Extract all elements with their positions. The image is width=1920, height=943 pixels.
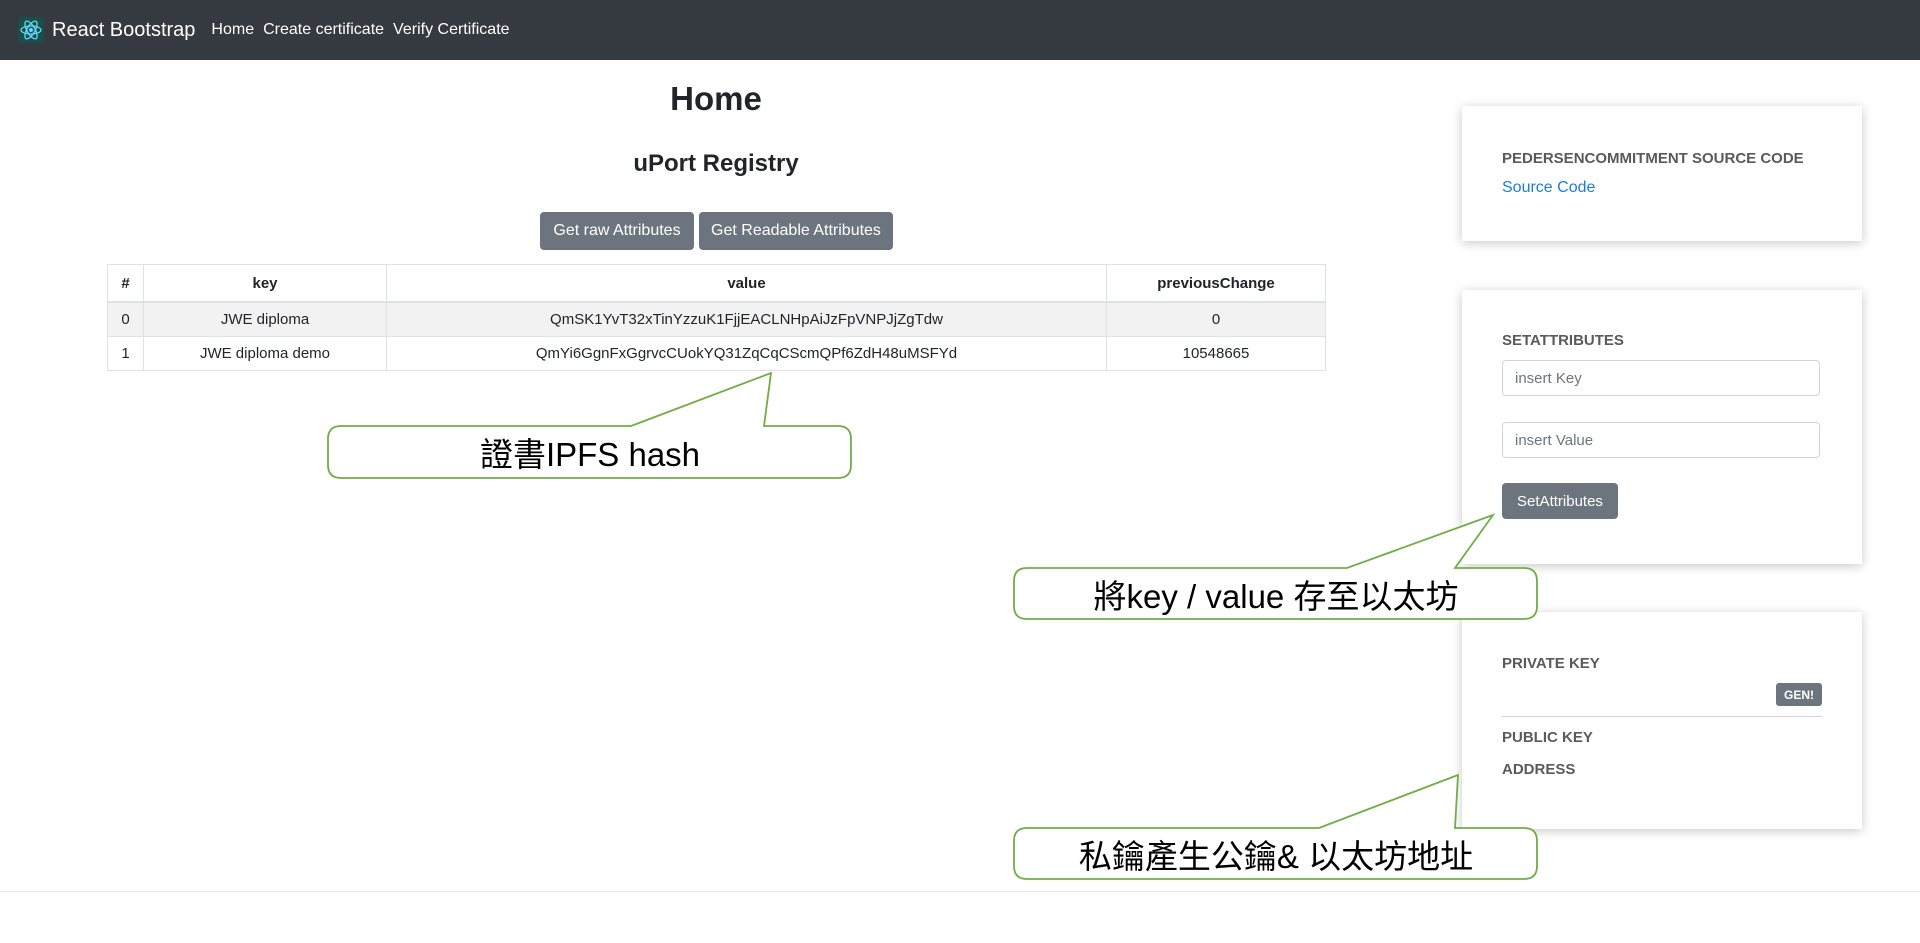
nav-links: Home Create certificate Verify Certifica… [211,21,518,39]
header-key: key [143,264,387,303]
page-title: Home [670,80,762,117]
private-key-field-line[interactable] [1502,716,1822,717]
private-key-label: PRIVATE KEY [1502,655,1600,672]
insert-value-input[interactable]: insert Value [1502,422,1820,458]
store-callout-text: 將key / value 存至以太坊 [1093,577,1459,615]
nav-link-create-certificate[interactable]: Create certificate [263,21,384,39]
header-index: # [107,264,144,303]
cell-index: 1 [107,336,144,371]
header-value: value [386,264,1107,303]
keys-callout-text: 私鑰產生公鑰& 以太坊地址 [1078,837,1474,875]
get-readable-attributes-button[interactable]: Get Readable Attributes [699,212,893,250]
header-previous-change: previousChange [1106,264,1326,303]
top-navbar: React Bootstrap Home Create certificate … [0,0,1920,60]
set-attributes-button[interactable]: SetAttributes [1502,483,1618,519]
source-code-link[interactable]: Source Code [1502,179,1822,197]
cell-value: QmSK1YvT32xTinYzzuK1FjjEACLNHpAiJzFpVNPJ… [386,301,1107,337]
address-label: ADDRESS [1502,761,1576,778]
table-header-row: # key value previousChange [107,264,1326,303]
cell-key: JWE diploma demo [143,336,387,371]
key-generation-card: PRIVATE KEY GEN! PUBLIC KEY ADDRESS [1462,612,1862,829]
cell-value: QmYi6GgnFxGgrvcCUokYQ31ZqCqCScmQPf6ZdH48… [386,336,1107,371]
gen-key-button[interactable]: GEN! [1776,683,1822,706]
ipfs-callout-text: 證書IPFS hash [479,436,701,473]
cell-previous-change: 10548665 [1106,336,1326,371]
cell-previous-change: 0 [1106,301,1326,337]
cell-index: 0 [107,301,144,337]
get-raw-attributes-button[interactable]: Get raw Attributes [540,212,694,250]
table-row: 1 JWE diploma demo QmYi6GgnFxGgrvcCUokYQ… [107,336,1326,371]
set-attributes-heading: SETATTRIBUTES [1502,332,1624,349]
insert-key-input[interactable]: insert Key [1502,360,1820,396]
nav-link-verify-certificate[interactable]: Verify Certificate [393,21,509,39]
table-row: 0 JWE diploma QmSK1YvT32xTinYzzuK1FjjEAC… [107,301,1326,337]
brand-label: React Bootstrap [52,18,196,41]
nav-link-home[interactable]: Home [211,21,254,39]
source-code-card: PEDERSENCOMMITMENT SOURCE CODE Source Co… [1462,106,1862,241]
react-logo-icon [18,17,44,43]
public-key-label: PUBLIC KEY [1502,729,1593,746]
registry-table: # key value previousChange 0 JWE diploma… [107,264,1326,371]
cell-key: JWE diploma [143,301,387,337]
footer-divider [0,891,1920,892]
registry-title: uPort Registry [633,150,799,177]
navbar-brand[interactable]: React Bootstrap [18,17,195,43]
source-code-heading: PEDERSENCOMMITMENT SOURCE CODE [1502,150,1804,167]
set-attributes-card: SETATTRIBUTES insert Key insert Value Se… [1462,290,1862,564]
